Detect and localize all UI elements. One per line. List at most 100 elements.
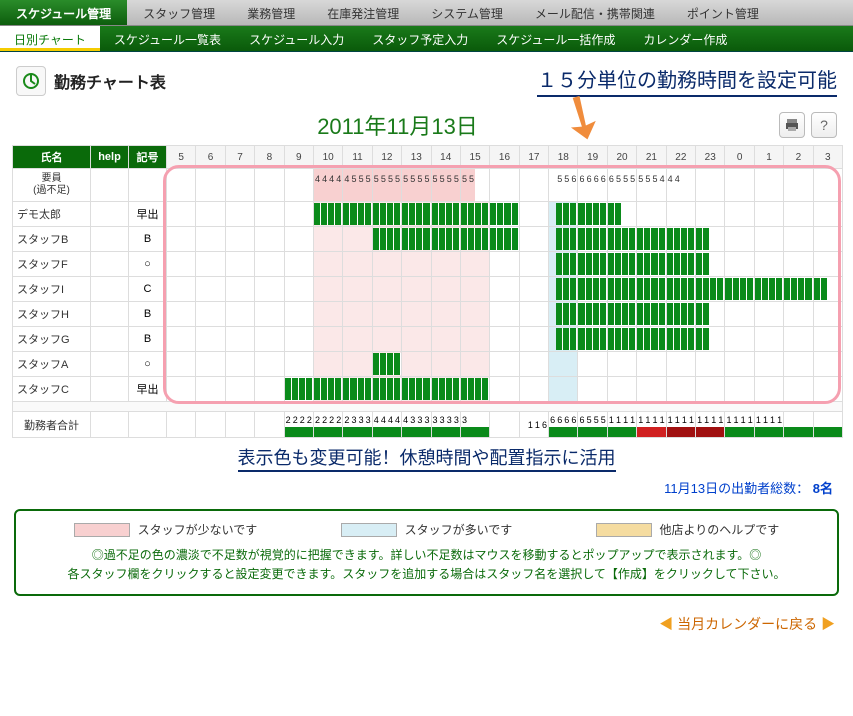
slot-cell[interactable] [607, 327, 636, 352]
slot-cell[interactable] [431, 202, 460, 227]
slot-cell[interactable] [725, 202, 754, 227]
slot-cell[interactable] [313, 327, 342, 352]
slot-cell[interactable] [725, 327, 754, 352]
slot-cell[interactable] [754, 252, 783, 277]
slot-cell[interactable] [372, 327, 401, 352]
staff-row[interactable]: スタッフHB [13, 302, 843, 327]
slot-cell[interactable] [519, 252, 548, 277]
subnav-item[interactable]: スケジュール一覧表 [100, 26, 235, 51]
slot-cell[interactable] [519, 227, 548, 252]
slot-cell[interactable] [196, 252, 225, 277]
slot-cell[interactable] [637, 227, 666, 252]
slot-cell[interactable] [784, 377, 813, 402]
slot-cell[interactable] [167, 202, 196, 227]
slot-cell[interactable] [460, 302, 489, 327]
slot-cell[interactable] [167, 227, 196, 252]
slot-cell[interactable] [696, 202, 725, 227]
slot-cell[interactable] [225, 352, 254, 377]
slot-cell[interactable] [372, 302, 401, 327]
slot-cell[interactable] [343, 227, 372, 252]
slot-cell[interactable] [754, 352, 783, 377]
slot-cell[interactable] [666, 302, 695, 327]
slot-cell[interactable] [431, 227, 460, 252]
topnav-item[interactable]: スタッフ管理 [127, 0, 231, 25]
slot-cell[interactable] [696, 352, 725, 377]
slot-cell[interactable] [225, 202, 254, 227]
slot-cell[interactable] [784, 227, 813, 252]
slot-cell[interactable] [460, 277, 489, 302]
slot-cell[interactable] [784, 352, 813, 377]
slot-cell[interactable] [284, 327, 313, 352]
slot-cell[interactable] [402, 377, 431, 402]
slot-cell[interactable] [225, 252, 254, 277]
topnav-item[interactable]: メール配信・携帯関連 [519, 0, 671, 25]
staff-row[interactable]: スタッフC早出 [13, 377, 843, 402]
slot-cell[interactable] [578, 302, 607, 327]
slot-cell[interactable] [519, 302, 548, 327]
slot-cell[interactable] [313, 227, 342, 252]
slot-cell[interactable] [343, 202, 372, 227]
slot-cell[interactable] [813, 327, 842, 352]
slot-cell[interactable] [578, 227, 607, 252]
slot-cell[interactable] [578, 352, 607, 377]
slot-cell[interactable] [666, 277, 695, 302]
slot-cell[interactable] [313, 277, 342, 302]
slot-cell[interactable] [460, 377, 489, 402]
slot-cell[interactable] [696, 377, 725, 402]
slot-cell[interactable] [343, 377, 372, 402]
slot-cell[interactable] [784, 252, 813, 277]
slot-cell[interactable] [754, 227, 783, 252]
slot-cell[interactable] [519, 277, 548, 302]
slot-cell[interactable] [784, 327, 813, 352]
slot-cell[interactable] [372, 202, 401, 227]
slot-cell[interactable] [255, 227, 284, 252]
slot-cell[interactable] [284, 277, 313, 302]
slot-cell[interactable] [490, 352, 519, 377]
slot-cell[interactable] [666, 327, 695, 352]
slot-cell[interactable] [343, 327, 372, 352]
subnav-item[interactable]: スケジュール一括作成 [482, 26, 629, 51]
slot-cell[interactable] [313, 302, 342, 327]
footer-link[interactable]: ◀ 当月カレンダーに戻る ▶ [0, 608, 853, 648]
slot-cell[interactable] [813, 302, 842, 327]
slot-cell[interactable] [696, 302, 725, 327]
slot-cell[interactable] [284, 227, 313, 252]
slot-cell[interactable] [343, 302, 372, 327]
slot-cell[interactable] [549, 202, 578, 227]
staff-row[interactable]: スタッフGB [13, 327, 843, 352]
slot-cell[interactable] [578, 327, 607, 352]
topnav-item[interactable]: ポイント管理 [671, 0, 775, 25]
slot-cell[interactable] [549, 277, 578, 302]
slot-cell[interactable] [519, 352, 548, 377]
slot-cell[interactable] [431, 302, 460, 327]
print-button[interactable] [779, 112, 805, 138]
slot-cell[interactable] [578, 377, 607, 402]
slot-cell[interactable] [402, 352, 431, 377]
slot-cell[interactable] [549, 327, 578, 352]
slot-cell[interactable] [549, 227, 578, 252]
slot-cell[interactable] [666, 377, 695, 402]
slot-cell[interactable] [490, 202, 519, 227]
slot-cell[interactable] [666, 252, 695, 277]
slot-cell[interactable] [313, 202, 342, 227]
slot-cell[interactable] [519, 377, 548, 402]
slot-cell[interactable] [607, 227, 636, 252]
slot-cell[interactable] [637, 202, 666, 227]
staff-row[interactable]: スタッフIC [13, 277, 843, 302]
slot-cell[interactable] [578, 202, 607, 227]
slot-cell[interactable] [431, 377, 460, 402]
slot-cell[interactable] [431, 352, 460, 377]
slot-cell[interactable] [255, 327, 284, 352]
slot-cell[interactable] [225, 227, 254, 252]
topnav-item[interactable]: 在庫発注管理 [311, 0, 415, 25]
slot-cell[interactable] [196, 277, 225, 302]
slot-cell[interactable] [666, 352, 695, 377]
slot-cell[interactable] [813, 227, 842, 252]
slot-cell[interactable] [754, 277, 783, 302]
slot-cell[interactable] [255, 252, 284, 277]
slot-cell[interactable] [519, 202, 548, 227]
slot-cell[interactable] [696, 277, 725, 302]
slot-cell[interactable] [167, 377, 196, 402]
slot-cell[interactable] [460, 202, 489, 227]
slot-cell[interactable] [754, 327, 783, 352]
